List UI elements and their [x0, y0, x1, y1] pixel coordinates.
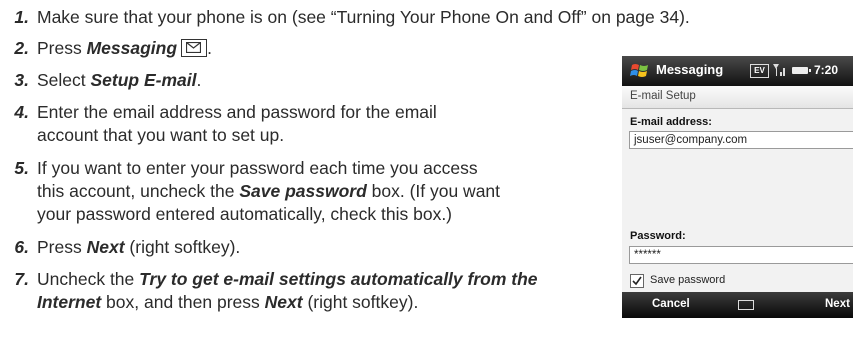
step-text-part: Select — [37, 70, 91, 90]
step-line: If you want to enter your password each … — [37, 158, 478, 178]
step-text-part: this account, uncheck the — [37, 181, 240, 201]
step-text-part: box, and then press — [101, 292, 265, 312]
step-text: Uncheck the Try to get e-mail settings a… — [37, 268, 597, 314]
step-text: Make sure that your phone is on (see “Tu… — [37, 7, 690, 27]
step-number: 6. — [14, 237, 29, 257]
signal-icon — [773, 64, 785, 76]
network-badge: EV — [750, 64, 769, 78]
step-number: 3. — [14, 70, 29, 90]
phone-screenshot: Messaging EV 7:20 E-mail Setup E-mail ad… — [622, 56, 853, 318]
step-text-part: Press — [37, 237, 87, 257]
step-line: account that you want to set up. — [37, 125, 285, 145]
step-text-part: Press — [37, 38, 87, 58]
step-line: Enter the email address and password for… — [37, 102, 437, 122]
phone-clock: 7:20 — [814, 63, 839, 77]
step-number: 1. — [14, 7, 29, 27]
envelope-icon — [181, 39, 208, 57]
step-text: If you want to enter your password each … — [37, 157, 597, 226]
step-number: 4. — [14, 102, 29, 122]
step-number: 7. — [14, 269, 29, 289]
checkmark-icon — [632, 276, 642, 286]
battery-icon — [792, 67, 811, 74]
cancel-softkey[interactable]: Cancel — [652, 298, 690, 310]
windows-start-icon[interactable] — [630, 61, 650, 81]
next-label: Next — [86, 237, 125, 257]
step-line: your password entered automatically, che… — [37, 204, 453, 224]
step-text-part: (right softkey). — [302, 292, 419, 312]
step-text-part: box. (If you want — [366, 181, 501, 201]
save-password-label: Save password — [239, 181, 367, 201]
setup-email-label: Setup E-mail — [90, 70, 197, 90]
phone-status-bar: Messaging EV 7:20 — [622, 56, 853, 86]
step-text-part: . — [196, 70, 202, 90]
save-password-checkbox[interactable] — [630, 274, 644, 288]
keyboard-icon[interactable] — [738, 300, 754, 310]
step-text: Enter the email address and password for… — [37, 101, 597, 147]
step-text-part: (right softkey). — [124, 237, 241, 257]
step-number: 5. — [14, 158, 29, 178]
messaging-key-label: Messaging — [86, 38, 178, 58]
step-number: 2. — [14, 38, 29, 58]
password-field[interactable]: ****** — [629, 246, 853, 264]
step-text: Press Next (right softkey). — [37, 236, 597, 259]
next-label: Next — [264, 292, 303, 312]
auto-settings-label: Try to get e-mail settings automatically… — [139, 269, 538, 289]
email-address-label: E-mail address: — [630, 116, 712, 128]
step-text-part: Uncheck the — [37, 269, 140, 289]
next-softkey[interactable]: Next — [825, 298, 850, 310]
password-label: Password: — [630, 230, 686, 242]
internet-label: Internet — [37, 292, 102, 312]
phone-screen-title-bar: E-mail Setup — [622, 86, 853, 109]
phone-screen-title: E-mail Setup — [630, 90, 696, 102]
phone-app-title: Messaging — [656, 62, 724, 77]
email-address-field[interactable]: jsuser@company.com — [629, 131, 853, 149]
save-password-checkbox-label[interactable]: Save password — [650, 274, 725, 286]
step-text: Press Messaging. — [37, 38, 212, 58]
phone-softkey-bar: Cancel Next — [622, 292, 853, 318]
step-text: Select Setup E-mail. — [37, 69, 597, 92]
